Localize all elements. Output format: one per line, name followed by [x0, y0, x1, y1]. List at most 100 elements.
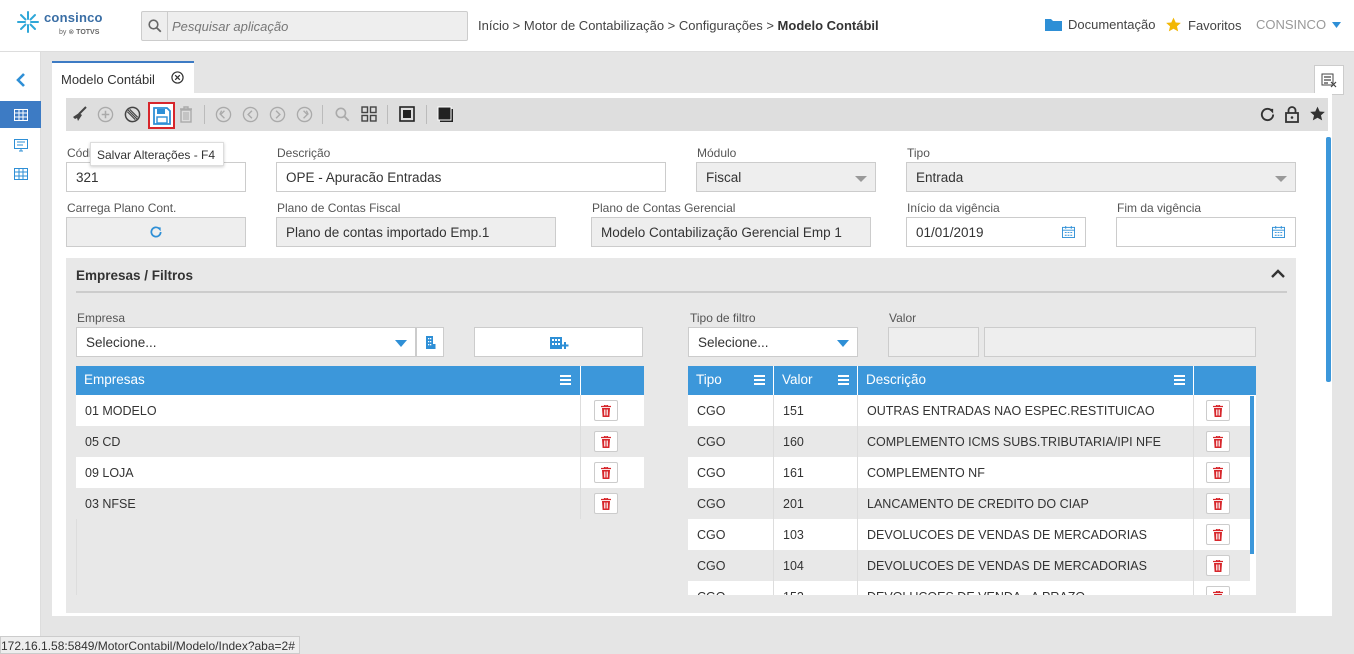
lock-button[interactable] [1281, 103, 1303, 125]
empresas-column-header[interactable]: Empresas [76, 366, 581, 395]
table-row[interactable]: CGO 103 DEVOLUCOES DE VENDAS DE MERCADOR… [688, 519, 1250, 550]
search-icon[interactable] [142, 12, 168, 40]
filtros-grid-header: Tipo Valor Descrição [688, 366, 1256, 395]
fim-vigencia-field[interactable] [1116, 217, 1296, 247]
search-box[interactable] [141, 11, 468, 41]
column-menu-icon[interactable] [560, 375, 571, 385]
delete-row-button[interactable] [594, 462, 618, 483]
window-icon [399, 106, 415, 122]
empresa-select[interactable]: Selecione... [76, 327, 416, 357]
tab-modelo-contabil[interactable]: Modelo Contábil [52, 61, 194, 93]
collapse-sidebar-button[interactable] [0, 66, 41, 93]
refresh-button[interactable] [1256, 103, 1278, 125]
table-row[interactable]: 01 MODELO [76, 395, 644, 426]
copy-icon [437, 106, 453, 122]
delete-row-button[interactable] [594, 493, 618, 514]
brand-by: by ⊗ TOTVS [59, 29, 100, 36]
section-divider [76, 291, 1287, 293]
add-button[interactable] [94, 103, 116, 125]
modulo-select[interactable]: Fiscal [696, 162, 876, 192]
valor-field[interactable] [888, 327, 979, 357]
cancel-button[interactable] [121, 103, 143, 125]
codigo-field[interactable]: 321 [66, 162, 246, 192]
favorites-link[interactable]: Favoritos [1165, 17, 1241, 33]
column-menu-icon[interactable] [838, 375, 849, 385]
table-row[interactable]: CGO 152 DEVOLUCOES DE VENDA - A PRAZO [688, 581, 1250, 595]
delete-button[interactable] [175, 103, 197, 125]
valor-descricao-field[interactable] [984, 327, 1256, 357]
valor-cell: 161 [774, 457, 858, 488]
empresa-cell: 09 LOJA [76, 457, 581, 488]
empresa-lookup-button[interactable] [416, 327, 444, 357]
sidebar-item-modelo[interactable] [0, 101, 41, 128]
chevron-up-icon[interactable] [1271, 269, 1285, 278]
inicio-vigencia-field[interactable]: 01/01/2019 [906, 217, 1086, 247]
tipo-cell: CGO [688, 550, 774, 581]
window-button[interactable] [396, 103, 418, 125]
descricao-field[interactable]: OPE - Apuracão Entradas [276, 162, 666, 192]
column-menu-icon[interactable] [754, 375, 765, 385]
delete-row-button[interactable] [594, 431, 618, 452]
filtros-grid-scrollbar[interactable] [1250, 396, 1254, 554]
section-title: Empresas / Filtros [76, 268, 194, 283]
first-record-button[interactable] [212, 103, 234, 125]
grid-view-button[interactable] [358, 103, 380, 125]
caret-down-icon [855, 176, 867, 182]
close-all-tabs-button[interactable] [1314, 65, 1344, 95]
descricao-column-header[interactable]: Descrição [858, 366, 1194, 395]
clear-button[interactable] [68, 103, 90, 125]
delete-row-button[interactable] [1206, 555, 1230, 576]
table-row[interactable]: CGO 104 DEVOLUCOES DE VENDAS DE MERCADOR… [688, 550, 1250, 581]
consinco-logo[interactable]: consinco by ⊗ TOTVS [16, 9, 116, 43]
magnifier-icon [334, 106, 349, 121]
previous-record-button[interactable] [239, 103, 261, 125]
calendar-icon[interactable] [1272, 226, 1285, 238]
carrega-plano-button[interactable] [66, 217, 246, 247]
table-row[interactable]: 05 CD [76, 426, 644, 457]
close-tab-icon[interactable] [171, 71, 184, 84]
tipo-select[interactable]: Entrada [906, 162, 1296, 192]
table-row[interactable]: CGO 151 OUTRAS ENTRADAS NAO ESPEC.RESTIT… [688, 395, 1250, 426]
user-menu[interactable]: CONSINCO [1256, 17, 1342, 32]
descricao-cell: COMPLEMENTO ICMS SUBS.TRIBUTARIA/IPI NFE [858, 426, 1194, 457]
delete-row-button[interactable] [1206, 524, 1230, 545]
delete-row-button[interactable] [1206, 586, 1230, 595]
column-menu-icon[interactable] [1174, 375, 1185, 385]
tipo-filtro-select[interactable]: Selecione... [688, 327, 858, 357]
next-record-button[interactable] [266, 103, 288, 125]
calendar-icon[interactable] [1062, 226, 1075, 238]
table-row[interactable]: 03 NFSE [76, 488, 644, 519]
tipo-cell: CGO [688, 488, 774, 519]
table-row[interactable]: CGO 160 COMPLEMENTO ICMS SUBS.TRIBUTARIA… [688, 426, 1250, 457]
find-button[interactable] [331, 103, 353, 125]
table-row[interactable]: CGO 161 COMPLEMENTO NF [688, 457, 1250, 488]
plano-fiscal-field[interactable]: Plano de contas importado Emp.1 [276, 217, 556, 247]
plus-circle-icon [97, 106, 113, 122]
plano-gerencial-field[interactable]: Modelo Contabilização Gerencial Emp 1 [591, 217, 871, 247]
add-empresa-button[interactable] [474, 327, 643, 357]
favorite-button[interactable] [1306, 103, 1328, 125]
trash-icon [1213, 466, 1223, 479]
table-row[interactable]: 09 LOJA [76, 457, 644, 488]
actions-column-header [581, 366, 644, 395]
last-record-button[interactable] [293, 103, 315, 125]
tipo-column-header[interactable]: Tipo [688, 366, 774, 395]
delete-row-button[interactable] [1206, 400, 1230, 421]
delete-row-button[interactable] [594, 400, 618, 421]
valor-column-header[interactable]: Valor [774, 366, 858, 395]
documentation-link[interactable]: Documentação [1045, 17, 1155, 32]
delete-row-button[interactable] [1206, 431, 1230, 452]
save-button[interactable] [148, 102, 175, 129]
sidebar-item-monitor[interactable] [0, 132, 41, 159]
page-scrollbar[interactable] [1326, 137, 1331, 382]
delete-row-button[interactable] [1206, 493, 1230, 514]
table-row[interactable]: CGO 201 LANCAMENTO DE CREDITO DO CIAP [688, 488, 1250, 519]
breadcrumb-path[interactable]: Início > Motor de Contabilização > Confi… [478, 18, 778, 33]
actions-column-header [1194, 366, 1256, 395]
delete-row-button[interactable] [1206, 462, 1230, 483]
descricao-cell: DEVOLUCOES DE VENDAS DE MERCADORIAS [858, 519, 1194, 550]
sidebar-item-grid[interactable] [0, 160, 41, 187]
copy-button[interactable] [434, 103, 456, 125]
search-input[interactable] [172, 17, 462, 35]
caret-down-icon [395, 340, 407, 347]
